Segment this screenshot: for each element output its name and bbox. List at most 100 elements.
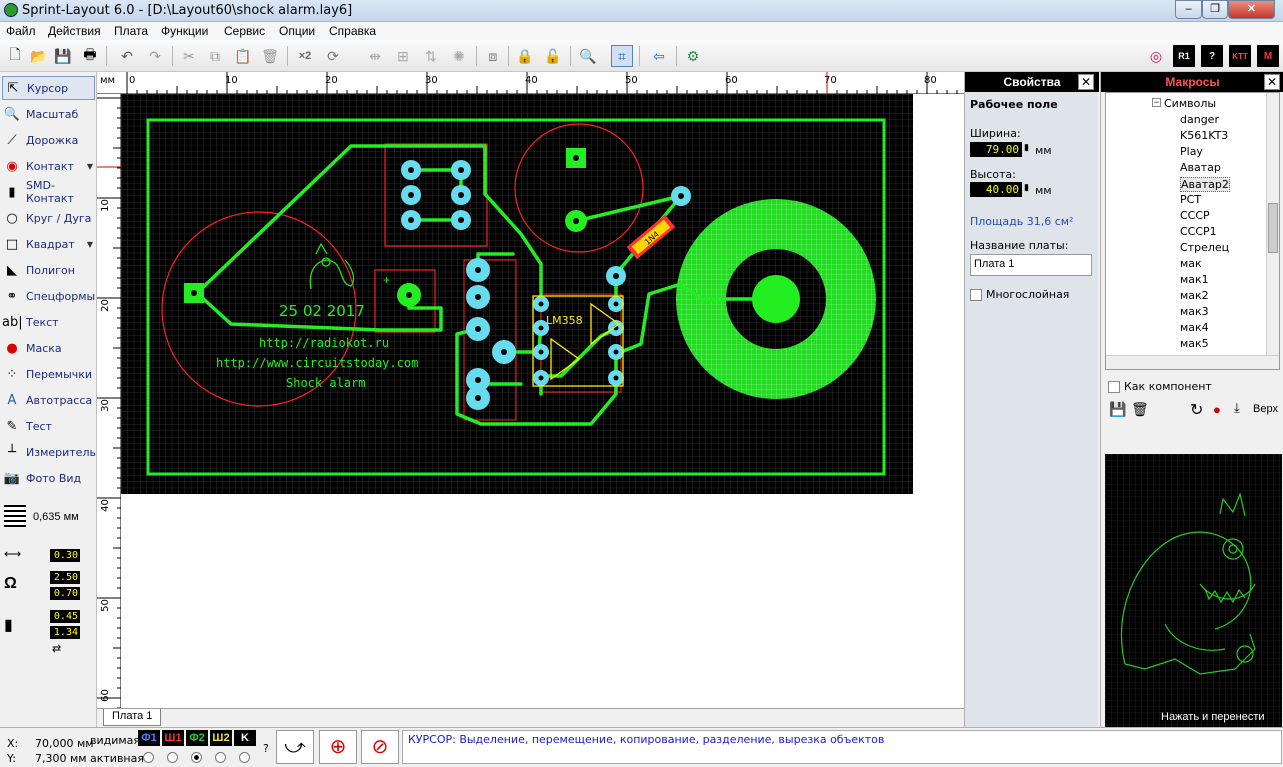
menu-actions[interactable]: Действия — [48, 24, 101, 38]
tool-square[interactable]: □ Квадрат ▼ — [2, 232, 95, 256]
tool-track[interactable]: ⟋ Дорожка — [2, 128, 95, 152]
layer-f1-radio[interactable] — [143, 752, 154, 763]
import-icon[interactable]: ⇦ — [648, 45, 670, 67]
width-field[interactable]: 79.00 — [970, 142, 1022, 157]
tool-polygon[interactable]: ◣ Полигон — [2, 258, 95, 282]
pad-inner-field[interactable]: 0.70 — [50, 587, 80, 600]
macro-item[interactable]: мак3 — [1180, 305, 1209, 318]
download-icon[interactable]: ⤓ — [1234, 400, 1240, 416]
macros-close-icon[interactable]: ✕ — [1264, 74, 1280, 90]
tool-zoom[interactable]: 🔍 Масштаб — [2, 102, 95, 126]
paste-icon[interactable]: 📋 — [232, 45, 254, 67]
mirror-h-icon[interactable]: ⇹ — [364, 45, 386, 67]
open-folder-icon[interactable]: 📂 — [28, 45, 50, 67]
tool-smd[interactable]: ▮ SMD-Контакт — [2, 179, 95, 205]
unlock-icon[interactable]: 🔓 — [542, 45, 564, 67]
macro-item[interactable]: CCCP — [1180, 209, 1210, 222]
macro-icon[interactable]: M — [1257, 45, 1279, 67]
macro-item[interactable]: danger — [1180, 113, 1219, 126]
tab-board-1[interactable]: Плата 1 — [103, 709, 162, 726]
macro-item[interactable]: мак1 — [1180, 273, 1209, 286]
menu-board[interactable]: Плата — [114, 24, 148, 38]
delete-macro-icon[interactable]: 🗑 — [1131, 401, 1149, 418]
target-icon[interactable]: ⊕ — [319, 730, 357, 764]
dropdown-arrow-icon[interactable]: ▼ — [87, 162, 93, 171]
explode-icon[interactable]: ✺ — [448, 45, 470, 67]
track-width-field[interactable]: 0.30 — [50, 549, 80, 562]
redo-icon[interactable]: ↷ — [144, 45, 166, 67]
menu-options[interactable]: Опции — [279, 24, 315, 38]
menu-file[interactable]: Файл — [6, 24, 36, 38]
ktt-icon[interactable]: KTT — [1229, 45, 1251, 67]
rotate-macro-icon[interactable]: ↻ — [1190, 400, 1203, 420]
macro-item[interactable]: мак — [1180, 257, 1202, 270]
grid-icon[interactable] — [4, 505, 26, 527]
layer-s2-radio[interactable] — [215, 752, 226, 763]
layer-f2-radio[interactable] — [191, 752, 202, 763]
tree-hscroll[interactable] — [1106, 355, 1279, 369]
connection-mode-icon[interactable]: ⤻ — [276, 730, 314, 764]
macro-item[interactable]: Play — [1180, 145, 1203, 158]
macro-preview[interactable]: Нажать и перенести — [1105, 454, 1282, 727]
minimize-button[interactable]: – — [1175, 0, 1202, 19]
rotate-icon[interactable]: ⟳ — [322, 45, 344, 67]
tool-test[interactable]: ✎ Тест — [2, 414, 95, 438]
macro-item[interactable]: Стрелец — [1180, 241, 1229, 254]
tree-folder-symbols[interactable]: Символы — [1164, 97, 1216, 110]
macro-item[interactable]: Аватар — [1180, 161, 1221, 174]
save-macro-icon[interactable]: 💾 — [1109, 401, 1126, 418]
close-button[interactable]: ✕ — [1228, 0, 1275, 19]
smd-width-field[interactable]: 0.45 — [50, 610, 80, 623]
drc-icon[interactable]: ? — [1201, 45, 1223, 67]
tool-measure[interactable]: ┴ Измеритель — [2, 440, 96, 464]
duplicate-icon[interactable]: ×2 — [294, 45, 316, 67]
tree-vscroll-thumb[interactable] — [1268, 203, 1278, 253]
layer-f2-toggle[interactable]: Ф2 — [186, 730, 208, 746]
layer-s1-toggle[interactable]: Ш1 — [162, 730, 184, 746]
undo-icon[interactable]: ↶ — [116, 45, 138, 67]
macro-item[interactable]: мак2 — [1180, 289, 1209, 302]
menu-help[interactable]: Справка — [329, 24, 376, 38]
tool-mask[interactable]: ● Маска — [2, 336, 95, 360]
as-component-checkbox[interactable] — [1108, 381, 1120, 393]
tool-text[interactable]: ab| Текст — [2, 310, 95, 334]
properties-close-icon[interactable]: ✕ — [1078, 74, 1094, 90]
pcb-board[interactable]: 1N4 LM358 25 02 2017 http://radiokot.ru … — [121, 94, 913, 494]
menu-service[interactable]: Сервис — [224, 24, 265, 38]
layer-s1-radio[interactable] — [167, 752, 178, 763]
menu-functions[interactable]: Функции — [161, 24, 208, 38]
height-spinner-icon[interactable]: ▮ — [1024, 182, 1029, 193]
height-field[interactable]: 40.00 — [970, 182, 1022, 197]
record-icon[interactable]: ● — [1213, 402, 1221, 417]
board-name-input[interactable]: Плата 1 — [970, 254, 1092, 276]
print-icon[interactable]: 🖶 — [79, 45, 101, 67]
group-icon[interactable]: ⧈ — [482, 45, 504, 67]
tool-special-shapes[interactable]: ⚭ Спецформы — [2, 284, 96, 308]
new-file-icon[interactable]: 🗋 — [4, 45, 26, 67]
layer-s2-toggle[interactable]: Ш2 — [210, 730, 232, 746]
lock-icon[interactable]: 🔒 — [514, 45, 536, 67]
grid-value[interactable]: 0,635 мм — [33, 511, 79, 523]
swap-icon[interactable]: ⇄ — [52, 642, 61, 655]
tool-jumper[interactable]: ⁘ Перемычки — [2, 362, 95, 386]
r1-icon[interactable]: R1 — [1173, 45, 1195, 67]
layer-k-radio[interactable] — [239, 752, 250, 763]
no-connection-icon[interactable]: ⊘ — [361, 730, 399, 764]
tool-circle[interactable]: ○ Круг / Дуга — [2, 206, 95, 230]
macro-item[interactable]: CCCP1 — [1180, 225, 1217, 238]
layer-k-toggle[interactable]: K — [234, 730, 256, 746]
work-area[interactable]: 1N4 LM358 25 02 2017 http://radiokot.ru … — [121, 94, 964, 708]
tool-autoroute[interactable]: A Автотрасса — [2, 388, 95, 412]
save-icon[interactable]: 💾 — [52, 45, 74, 67]
flip-icon[interactable]: ⇅ — [420, 45, 442, 67]
dropdown-arrow-icon[interactable]: ▼ — [87, 240, 93, 249]
maximize-button[interactable]: ❐ — [1202, 0, 1228, 19]
multilayer-checkbox[interactable] — [970, 289, 982, 301]
cut-icon[interactable]: ✂ — [178, 45, 200, 67]
tool-photo-view[interactable]: 📷 Фото Вид — [2, 466, 95, 490]
macro-item[interactable]: мак4 — [1180, 321, 1209, 334]
component-icon[interactable]: ◎ — [1145, 45, 1167, 67]
copy-icon[interactable]: ⧉ — [204, 45, 226, 67]
align-icon[interactable]: ⊞ — [392, 45, 414, 67]
pad-outer-field[interactable]: 2.50 — [50, 571, 80, 584]
